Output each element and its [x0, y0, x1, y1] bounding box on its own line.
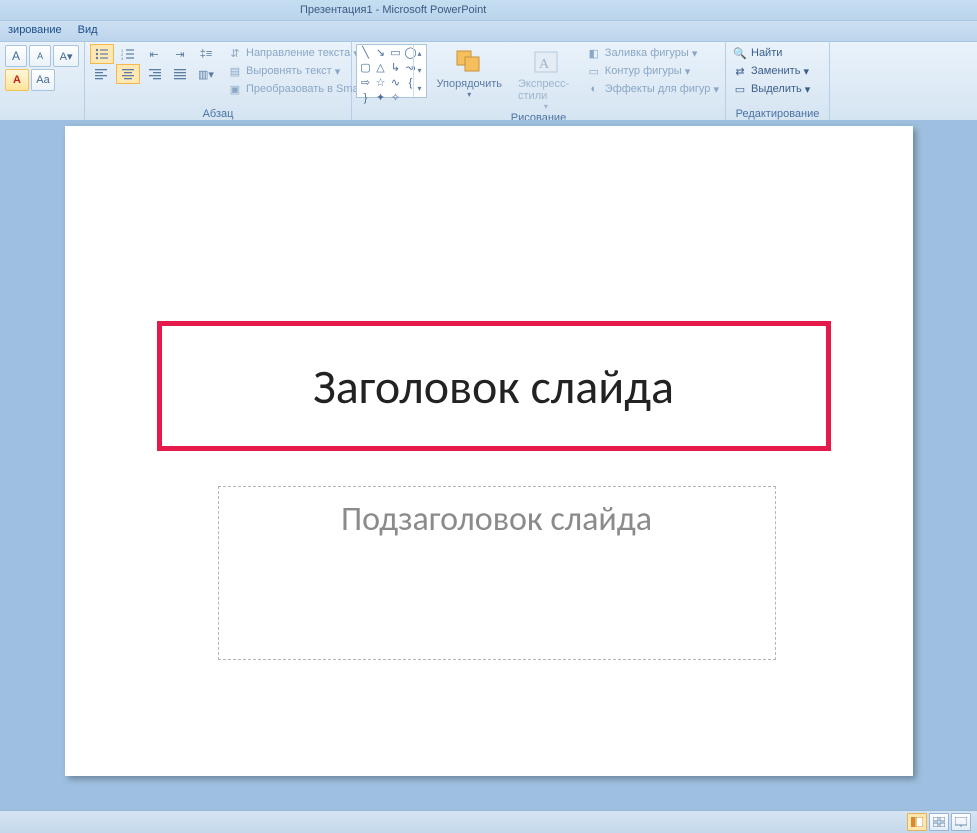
- grow-font-button[interactable]: A: [5, 45, 27, 67]
- tab-view[interactable]: Вид: [70, 21, 106, 41]
- shape-elbow-icon: ↳: [389, 62, 402, 75]
- group-editing: 🔍Найти ⇄Заменить ▾ ▭Выделить ▾ Редактиро…: [726, 42, 830, 122]
- shape-curve-icon: ∿: [389, 77, 402, 90]
- arrange-button[interactable]: Упорядочить▾: [431, 44, 508, 111]
- quick-styles-button[interactable]: A Экспресс-стили▾: [512, 44, 580, 111]
- shrink-font-button[interactable]: A: [29, 45, 51, 67]
- statusbar: [0, 810, 977, 833]
- align-text-icon: ▤: [227, 63, 243, 79]
- shape-fill-button[interactable]: ◧Заливка фигуры ▾: [584, 44, 721, 62]
- svg-text:3: 3: [121, 56, 124, 60]
- shape-brace2-icon: }: [359, 92, 372, 105]
- select-button[interactable]: ▭Выделить ▾: [730, 80, 825, 98]
- align-left-button[interactable]: [90, 64, 114, 84]
- shape-fill-icon: ◧: [586, 45, 602, 61]
- title-placeholder[interactable]: Заголовок слайда: [157, 321, 831, 451]
- shape-arrow-icon: ↘: [374, 47, 387, 60]
- ribbon: A A A▾ A Aa 123 ⇤ ⇥ ‡≡: [0, 42, 977, 123]
- titlebar: Презентация1 - Microsoft PowerPoint: [0, 0, 977, 21]
- align-right-button[interactable]: [142, 64, 166, 84]
- svg-text:A: A: [539, 57, 550, 72]
- replace-icon: ⇄: [732, 63, 748, 79]
- shape-line-icon: ╲: [359, 47, 372, 60]
- slide-editor: Заголовок слайда Подзаголовок слайда: [0, 120, 977, 808]
- align-justify-button[interactable]: [168, 64, 192, 84]
- replace-button[interactable]: ⇄Заменить ▾: [730, 62, 825, 80]
- doc-name: Презентация1: [300, 4, 373, 16]
- align-center-button[interactable]: [116, 64, 140, 84]
- shape-outline-icon: ▭: [586, 63, 602, 79]
- bullets-button[interactable]: [90, 44, 114, 64]
- find-icon: 🔍: [732, 45, 748, 61]
- group-font-partial: A A A▾ A Aa: [0, 42, 85, 122]
- find-button[interactable]: 🔍Найти: [730, 44, 825, 62]
- sorter-view-button[interactable]: [929, 813, 949, 831]
- columns-button[interactable]: ▥▾: [194, 64, 218, 84]
- gallery-more-icon[interactable]: ▾: [414, 80, 426, 97]
- smartart-icon: ▣: [227, 81, 243, 97]
- arrange-icon: [453, 46, 485, 78]
- shape-rect-icon: ▭: [389, 47, 402, 60]
- gallery-up-icon[interactable]: ▴: [414, 45, 426, 62]
- arrange-label: Упорядочить: [437, 78, 502, 90]
- shape-tri-icon: △: [374, 62, 387, 75]
- shape-callout-icon: ✧: [389, 92, 402, 105]
- shape-effects-icon: ◐: [586, 81, 602, 97]
- font-color-button[interactable]: A: [5, 69, 29, 91]
- gallery-down-icon[interactable]: ▾: [414, 62, 426, 79]
- ribbon-tabs: зирование Вид: [0, 21, 977, 42]
- normal-view-button[interactable]: [907, 813, 927, 831]
- subtitle-placeholder[interactable]: Подзаголовок слайда: [218, 486, 776, 660]
- decrease-indent-button[interactable]: ⇤: [142, 44, 166, 64]
- shape-rrect-icon: ▢: [359, 62, 372, 75]
- shape-plus-icon: ✦: [374, 92, 387, 105]
- title-sep: -: [373, 4, 383, 16]
- subtitle-placeholder-text: Подзаголовок слайда: [341, 499, 652, 540]
- document-title: Презентация1 - Microsoft PowerPoint: [300, 4, 486, 16]
- shape-star-icon: ☆: [374, 77, 387, 90]
- slideshow-view-button[interactable]: [951, 813, 971, 831]
- shape-effects-button[interactable]: ◐Эффекты для фигур ▾: [584, 80, 721, 98]
- change-case-button[interactable]: A▾: [53, 45, 79, 67]
- quick-styles-icon: A: [530, 46, 562, 78]
- quick-styles-label: Экспресс-стили: [518, 78, 574, 102]
- tab-format-partial[interactable]: зирование: [0, 21, 70, 41]
- shape-arrow2-icon: ⇨: [359, 77, 372, 90]
- group-paragraph: 123 ⇤ ⇥ ‡≡ ▥▾ ⇵Направление текста ▾ ▤Выр…: [85, 42, 352, 122]
- increase-indent-button[interactable]: ⇥: [168, 44, 192, 64]
- select-icon: ▭: [732, 81, 748, 97]
- shape-outline-button[interactable]: ▭Контур фигуры ▾: [584, 62, 721, 80]
- numbering-button[interactable]: 123: [116, 44, 140, 64]
- text-direction-icon: ⇵: [227, 45, 243, 61]
- slide[interactable]: Заголовок слайда Подзаголовок слайда: [65, 126, 913, 776]
- clear-format-button[interactable]: Aa: [31, 69, 55, 91]
- group-drawing: ╲↘▭◯▢ △↳↝⇨☆ ∿{}✦✧ ▴▾▾ Упорядочить▾ A Экс…: [352, 42, 726, 122]
- line-spacing-button[interactable]: ‡≡: [194, 44, 218, 64]
- app-name: Microsoft PowerPoint: [382, 4, 486, 16]
- title-placeholder-text: Заголовок слайда: [313, 357, 674, 416]
- shapes-gallery[interactable]: ╲↘▭◯▢ △↳↝⇨☆ ∿{}✦✧ ▴▾▾: [356, 44, 427, 98]
